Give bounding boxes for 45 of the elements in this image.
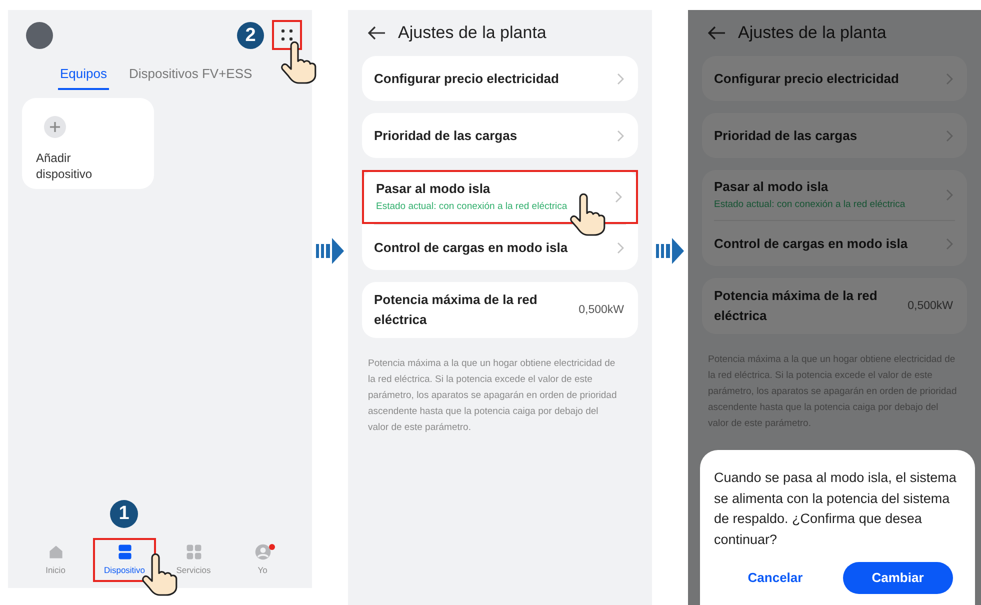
- step-number-badge: 2: [237, 22, 264, 49]
- settings-row[interactable]: Prioridad de las cargas: [362, 113, 638, 158]
- step-arrow-icon: [316, 236, 344, 266]
- back-arrow-icon: [708, 26, 726, 40]
- chevron-right-icon: [617, 72, 624, 84]
- settings-row[interactable]: Potencia máxima de la red eléctrica 0,500kW: [702, 278, 967, 334]
- chevron-right-icon: [946, 238, 953, 250]
- chevron-right-icon: [946, 130, 953, 142]
- hand-pointer-icon: [278, 40, 318, 86]
- settings-row[interactable]: Configurar precio electricidad: [362, 56, 638, 101]
- dialog-message: Cuando se pasa al modo isla, el sistema se alimenta con la potencia del sistema de respaldo. ¿Confirma que desea continuar?: [714, 469, 958, 548]
- chevron-right-icon: [617, 242, 624, 254]
- tab[interactable]: Equipos: [58, 64, 109, 90]
- grid-icon: [184, 543, 202, 562]
- person-icon: [254, 543, 272, 562]
- plus-icon: [44, 116, 66, 138]
- nav-item[interactable]: Servicios: [162, 538, 225, 582]
- settings-row[interactable]: Pasar al modo isla Estado actual: con conexión a la red eléctrica: [362, 170, 638, 224]
- settings-row[interactable]: Control de cargas en modo isla: [362, 225, 638, 270]
- settings-row[interactable]: Configurar precio electricidad: [702, 56, 967, 101]
- chevron-right-icon: [946, 189, 953, 202]
- back-arrow-icon: [368, 26, 386, 40]
- device-icon: [116, 543, 134, 562]
- confirm-button[interactable]: Cambiar: [842, 562, 953, 594]
- tab[interactable]: Dispositivos FV+ESS: [126, 64, 254, 90]
- nav-item[interactable]: Inicio: [24, 538, 87, 582]
- screen-title: Ajustes de la planta: [738, 22, 886, 44]
- add-device-card[interactable]: Añadir dispositivo: [22, 98, 154, 188]
- avatar-photo-placeholder: [26, 22, 53, 48]
- hand-pointer-icon: [567, 192, 607, 238]
- more-icon: [280, 28, 294, 42]
- step-number-badge: 1: [110, 500, 138, 528]
- cancel-button[interactable]: Cancelar: [720, 562, 830, 594]
- screen-title: Ajustes de la planta: [398, 22, 546, 44]
- description-text: Potencia máxima a la que un hogar obtiene electricidad de la red eléctrica. Si la potencia excede el valor de este parámetro, los aparatos se apagarán en orden de prioridad ascendente hasta que la potencia caiga por debajo del valor de este parámetro.: [367, 357, 618, 436]
- settings-row[interactable]: Prioridad de las cargas: [702, 113, 967, 158]
- add-device-label: Añadir dispositivo: [36, 150, 94, 182]
- settings-row[interactable]: Control de cargas en modo isla: [702, 221, 967, 266]
- settings-row[interactable]: Potencia máxima de la red eléctrica 0,500kW: [362, 282, 638, 338]
- chevron-right-icon: [617, 130, 624, 142]
- step-arrow-icon: [656, 236, 684, 266]
- settings-row[interactable]: Pasar al modo isla Estado actual: con conexión a la red eléctrica: [702, 170, 967, 220]
- chevron-right-icon: [946, 72, 953, 84]
- home-icon: [46, 543, 64, 562]
- chevron-right-icon: [615, 191, 622, 204]
